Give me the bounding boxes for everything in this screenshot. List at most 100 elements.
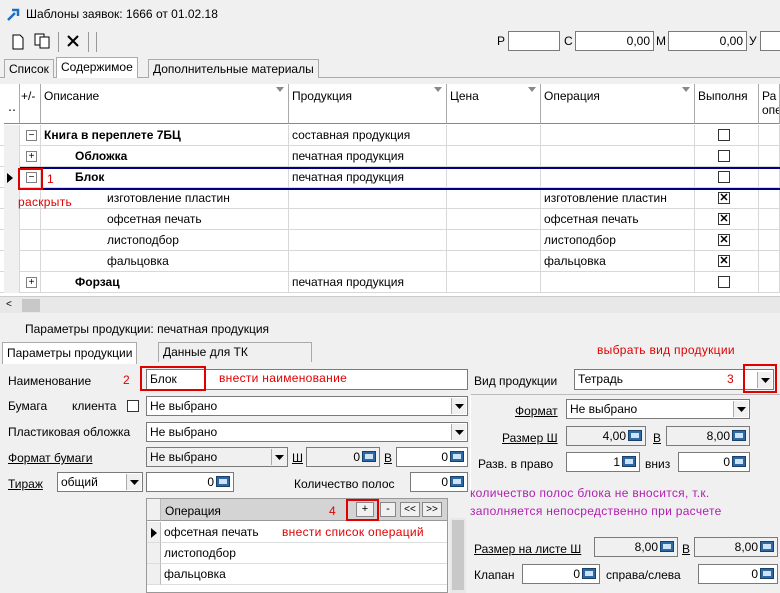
calculator-icon[interactable] — [622, 456, 636, 468]
done-checkbox[interactable] — [718, 129, 730, 141]
new-doc-icon[interactable] — [11, 34, 25, 50]
format-select[interactable]: Не выбрано — [566, 399, 750, 419]
scroll-thumb[interactable] — [452, 520, 464, 590]
ops-remove-button[interactable]: - — [380, 502, 396, 517]
p-field[interactable] — [508, 31, 560, 51]
table-row[interactable]: офсетная печать офсетная печать ✕ — [0, 209, 780, 230]
paper-format-label[interactable]: Формат бумаги — [8, 451, 92, 465]
chevron-down-icon[interactable] — [451, 398, 466, 414]
done-checkbox[interactable]: ✕ — [718, 213, 730, 225]
ops-move-right-button[interactable]: >> — [422, 502, 442, 517]
chevron-down-icon[interactable] — [126, 474, 141, 490]
col-price[interactable]: Цена — [447, 84, 541, 124]
calculator-icon[interactable] — [760, 541, 774, 553]
down-field[interactable]: 0 — [678, 452, 750, 472]
table-row[interactable]: фальцовка фальцовка ✕ — [0, 251, 780, 272]
c-field[interactable]: 0,00 — [575, 31, 654, 51]
expander-cell: + — [20, 146, 41, 167]
done-checkbox[interactable]: ✕ — [718, 255, 730, 267]
sheet-h-field[interactable]: 8,00 — [694, 537, 778, 557]
u-field[interactable] — [760, 31, 780, 51]
calculator-icon[interactable] — [760, 568, 774, 580]
table-row[interactable]: + Форзац печатная продукция — [0, 272, 780, 293]
paper-select[interactable]: Не выбрано — [146, 396, 468, 416]
table-row[interactable]: + Обложка печатная продукция — [0, 146, 780, 167]
table-row[interactable]: изготовление пластин изготовление пластин… — [0, 188, 780, 209]
size-v-label: В — [653, 431, 662, 445]
sheet-size-label: Размер на листе Ш — [474, 542, 582, 556]
tirage-field[interactable]: 0 — [146, 472, 234, 492]
calculator-icon[interactable] — [660, 541, 674, 553]
col-selector: ‥ — [4, 84, 20, 124]
done-cell: ✕ — [695, 188, 759, 209]
tirage-type-select[interactable]: общий — [57, 472, 143, 492]
col-operation[interactable]: Операция — [541, 84, 695, 124]
annotation-expand: раскрыть — [18, 195, 73, 209]
col-product[interactable]: Продукция — [289, 84, 447, 124]
pages-field[interactable]: 0 — [410, 472, 468, 492]
col-description[interactable]: Описание — [41, 84, 289, 124]
col-done[interactable]: Выполня — [695, 84, 759, 124]
done-checkbox[interactable] — [718, 171, 730, 183]
ops-header-gutter — [147, 499, 161, 521]
calculator-icon[interactable] — [628, 430, 642, 442]
tab-additional[interactable]: Дополнительные материалы — [148, 59, 319, 78]
copy-icon[interactable] — [34, 33, 52, 49]
calculator-icon[interactable] — [216, 476, 230, 488]
spread-field[interactable]: 1 — [566, 452, 640, 472]
tab-content[interactable]: Содержимое — [56, 57, 138, 78]
tab-list[interactable]: Список — [4, 59, 54, 78]
ops-vscrollbar[interactable] — [450, 518, 466, 593]
chevron-down-icon[interactable] — [733, 401, 748, 417]
tab-product-params[interactable]: Параметры продукции — [2, 342, 138, 364]
done-checkbox[interactable]: ✕ — [718, 192, 730, 204]
paper-format-select[interactable]: Не выбрано — [146, 447, 288, 467]
done-checkbox[interactable] — [718, 276, 730, 288]
tab-tk-data[interactable]: Данные для ТК — [158, 342, 312, 362]
side-field[interactable]: 0 — [698, 564, 778, 584]
chevron-down-icon[interactable] — [271, 449, 286, 465]
done-checkbox[interactable] — [718, 150, 730, 162]
calculator-icon[interactable] — [450, 451, 464, 463]
calculator-icon[interactable] — [732, 456, 746, 468]
ops-list-item[interactable]: фальцовка — [161, 564, 447, 585]
price-cell — [447, 251, 541, 272]
annotation-box-4 — [346, 499, 379, 521]
calculator-icon[interactable] — [362, 451, 376, 463]
product-type-label: Вид продукции — [474, 374, 558, 388]
chevron-down-icon[interactable] — [451, 424, 466, 440]
scroll-thumb[interactable] — [22, 299, 40, 312]
calculator-icon[interactable] — [582, 568, 596, 580]
expander-cell — [20, 251, 41, 272]
table-row[interactable]: листоподбор листоподбор ✕ — [0, 230, 780, 251]
table-row[interactable]: − Книга в переплете 7БЦ составная продукци… — [0, 125, 780, 146]
client-checkbox[interactable] — [127, 400, 139, 412]
ops-move-left-button[interactable]: << — [400, 502, 420, 517]
delete-icon[interactable] — [66, 34, 80, 48]
sh-field[interactable]: 0 — [306, 447, 380, 467]
col-expander[interactable]: +/- — [20, 84, 41, 124]
calculator-icon[interactable] — [450, 476, 464, 488]
size-w-field[interactable]: 4,00 — [566, 426, 646, 446]
calculator-icon[interactable] — [732, 430, 746, 442]
expand-icon[interactable]: + — [26, 151, 37, 162]
valve-field[interactable]: 0 — [522, 564, 600, 584]
sheet-w-field[interactable]: 8,00 — [594, 537, 678, 557]
description-cell: фальцовка — [41, 251, 289, 272]
scroll-left-icon[interactable]: < — [6, 299, 12, 310]
m-field[interactable]: 0,00 — [668, 31, 747, 51]
annotation-box-1 — [18, 168, 43, 190]
expander-cell: + — [20, 272, 41, 293]
description-cell: Блок — [41, 167, 289, 188]
expand-icon[interactable]: + — [26, 277, 37, 288]
col-ra[interactable]: Ра опе — [759, 84, 780, 124]
ops-list-item[interactable]: листоподбор — [161, 543, 447, 564]
done-checkbox[interactable]: ✕ — [718, 234, 730, 246]
size-h-field[interactable]: 8,00 — [666, 426, 750, 446]
plastic-select[interactable]: Не выбрано — [146, 422, 468, 442]
table-row[interactable]: − Блок печатная продукция — [0, 167, 780, 188]
paper-label: Бумага — [8, 399, 48, 413]
v-field[interactable]: 0 — [396, 447, 468, 467]
collapse-icon[interactable]: − — [26, 130, 37, 141]
grid-hscrollbar[interactable]: < — [0, 296, 780, 313]
